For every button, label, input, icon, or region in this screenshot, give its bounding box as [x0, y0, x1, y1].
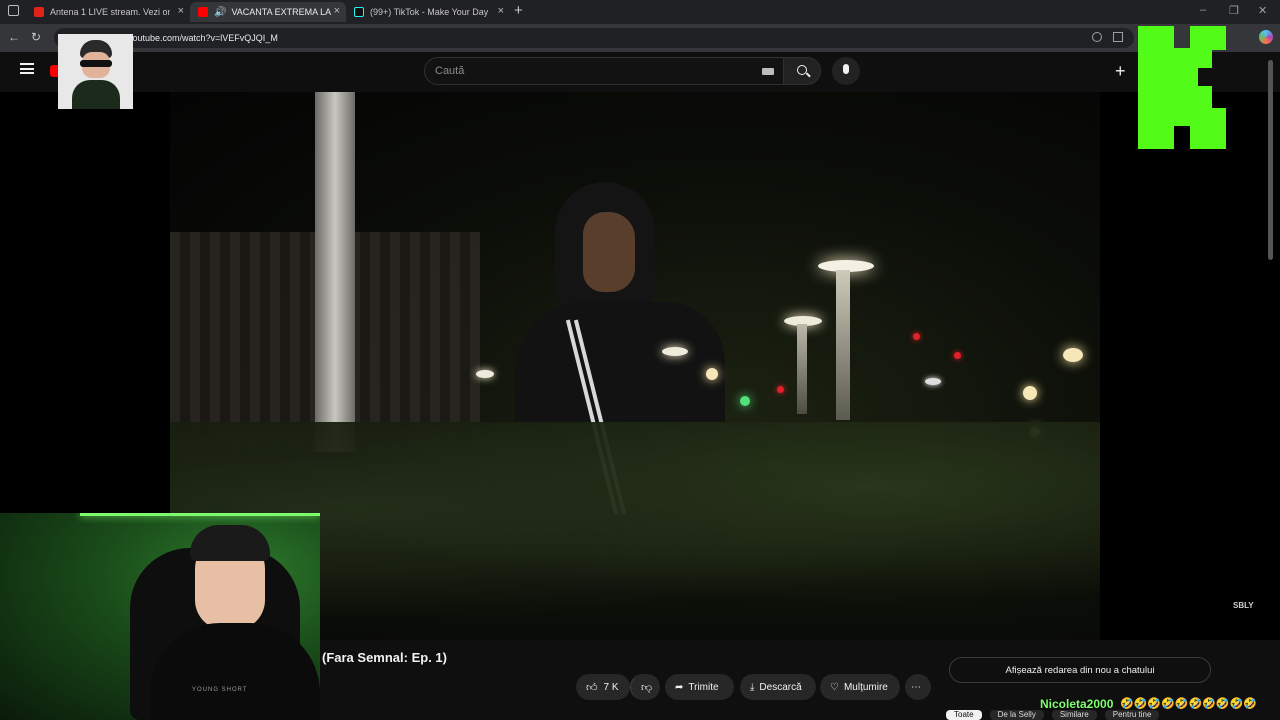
channel-watermark: SBLY: [1233, 601, 1254, 610]
chip-for-you[interactable]: Pentru tine: [1104, 710, 1160, 720]
download-icon: ⤓: [750, 681, 755, 693]
close-tab-icon[interactable]: ×: [334, 5, 340, 17]
video-title: (Fara Semnal: Ep. 1): [322, 650, 447, 665]
youtube-favicon-icon: [198, 7, 208, 17]
tab-title: (99+) TikTok - Make Your Day: [370, 7, 489, 17]
streamer-hair: [190, 525, 270, 561]
thumbs-up-icon: 👍︎: [586, 681, 598, 694]
kick-logo-shape: [1138, 26, 1226, 149]
voice-search-button[interactable]: [832, 57, 860, 85]
tab-youtube[interactable]: 🔊 VACANTA EXTREMA LA 3,00 ×: [190, 2, 346, 22]
download-label: Descarcă: [759, 681, 802, 693]
share-arrow-icon: ➦: [675, 681, 684, 693]
street-lamp-shape: [836, 270, 850, 420]
street-lamp-shape: [797, 324, 807, 414]
back-arrow-icon[interactable]: ←: [8, 30, 20, 44]
microphone-icon: [843, 64, 849, 74]
tab-tiktok[interactable]: (99+) TikTok - Make Your Day ×: [346, 2, 510, 22]
chat-replay-label: Afișează redarea din nou a chatului: [1005, 665, 1155, 676]
like-button[interactable]: 👍︎ 7 K: [576, 674, 630, 700]
reload-icon[interactable]: ↻: [31, 30, 41, 44]
new-tab-icon[interactable]: +: [514, 2, 523, 19]
shirt-text: YOUNG SHORT: [192, 687, 248, 693]
share-button[interactable]: ➦ Trimite: [665, 674, 734, 700]
close-tab-icon[interactable]: ×: [178, 5, 184, 17]
chip-related[interactable]: Similare: [1051, 710, 1097, 720]
close-tab-icon[interactable]: ×: [498, 5, 504, 17]
search-placeholder: Caută: [435, 65, 465, 77]
thanks-button[interactable]: ♡ Mulțumire: [820, 674, 900, 700]
youtube-header: Caută +: [0, 52, 1280, 92]
close-window-icon[interactable]: ✕: [1258, 4, 1267, 17]
light-dot: [913, 333, 920, 340]
share-label: Trimite: [688, 681, 719, 693]
chat-overlay-emojis: 🤣🤣🤣🤣🤣🤣🤣🤣🤣🤣: [1120, 698, 1257, 710]
led-strip: [80, 513, 320, 516]
sunglasses-icon: [80, 60, 112, 67]
tiktok-favicon-icon: [354, 7, 364, 17]
light-dot: [706, 368, 718, 380]
restore-icon[interactable]: ❐: [1229, 4, 1239, 17]
thanks-label: Mulțumire: [843, 681, 888, 693]
light-dot: [662, 347, 688, 356]
sidebar-icon[interactable]: [1113, 32, 1123, 42]
thumbs-down-icon: 👎︎: [641, 681, 653, 694]
search-button[interactable]: [783, 57, 821, 85]
url-field[interactable]: youtube.com/watch?v=lVEFvQJQI_M: [54, 28, 1134, 48]
antena-favicon-icon: [34, 7, 44, 17]
light-dot: [476, 370, 494, 378]
pole-shape: [315, 92, 355, 452]
page-scrollbar[interactable]: [1268, 60, 1273, 260]
create-icon[interactable]: +: [1115, 61, 1126, 82]
browser-tab-strip: Antena 1 LIVE stream. Vezi online × 🔊 VA…: [0, 0, 1280, 24]
speaker-icon[interactable]: 🔊: [214, 7, 226, 18]
more-dots-icon: ⋯: [911, 681, 921, 693]
chip-from-channel[interactable]: De la Selly: [989, 710, 1044, 720]
minimize-icon[interactable]: –: [1200, 4, 1206, 16]
address-bar-row: ← ↻ youtube.com/watch?v=lVEFvQJQI_M: [0, 24, 1280, 52]
chat-overlay-username: Nicoleta2000: [1040, 697, 1114, 711]
kick-logo-icon: [1138, 26, 1226, 149]
copilot-icon[interactable]: [1259, 30, 1273, 44]
extension-icon[interactable]: [1092, 32, 1102, 42]
streamer-webcam: YOUNG SHORT: [0, 513, 320, 720]
like-count: 7 K: [603, 681, 619, 693]
light-dot: [1023, 386, 1037, 400]
search-input[interactable]: Caută: [424, 57, 784, 85]
tab-antena1[interactable]: Antena 1 LIVE stream. Vezi online ×: [26, 2, 190, 22]
keyboard-icon[interactable]: [762, 68, 774, 75]
url-text: youtube.com/watch?v=lVEFvQJQI_M: [128, 33, 278, 43]
tab-title: Antena 1 LIVE stream. Vezi online: [50, 7, 170, 17]
menu-icon[interactable]: [20, 63, 34, 74]
light-dot: [740, 396, 750, 406]
light-dot: [777, 386, 784, 393]
show-chat-replay-button[interactable]: Afișează redarea din nou a chatului: [949, 657, 1211, 683]
light-dot: [925, 378, 941, 385]
tab-actions-icon[interactable]: [8, 5, 19, 16]
chip-all[interactable]: Toate: [946, 710, 982, 720]
dislike-button[interactable]: 👎︎: [630, 674, 660, 700]
download-button[interactable]: ⤓ Descarcă: [740, 674, 816, 700]
light-dot: [954, 352, 961, 359]
more-actions-button[interactable]: ⋯: [905, 674, 931, 700]
light-dot: [1063, 348, 1083, 362]
streamer-avatar: [58, 34, 133, 109]
tab-title: VACANTA EXTREMA LA 3,00: [231, 7, 331, 17]
related-filter-chips: Toate De la Selly Similare Pentru tine: [946, 710, 1280, 720]
thanks-heart-icon: ♡: [830, 681, 839, 693]
